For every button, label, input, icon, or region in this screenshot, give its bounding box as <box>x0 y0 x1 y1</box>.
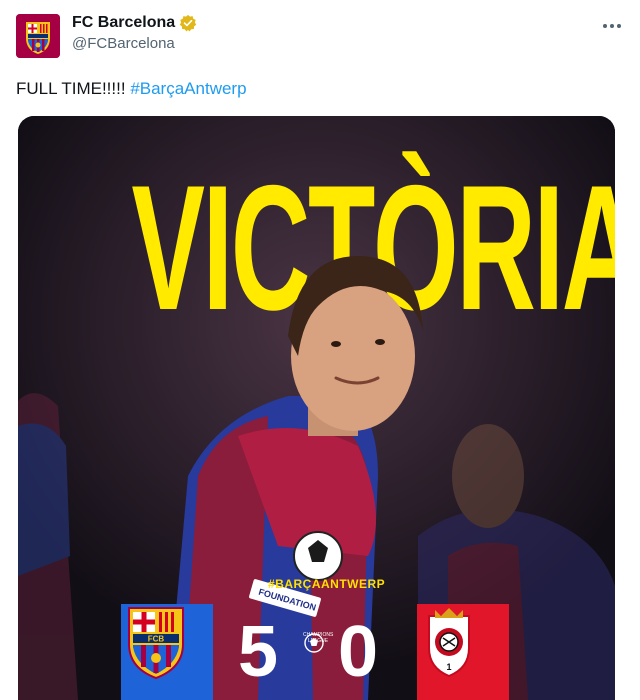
display-name[interactable]: FC Barcelona <box>72 14 175 32</box>
home-score: 5 <box>238 612 279 692</box>
tweet: FC Barcelona @FCBarcelona FULL TIME!!!!!… <box>0 0 640 700</box>
champions-league-logo: CHAMPIONS LEAGUE <box>303 632 333 653</box>
handle[interactable]: @FCBarcelona <box>72 35 197 52</box>
tweet-text: FULL TIME!!!!! #BarçaAntwerp <box>16 78 247 100</box>
home-crest-text: FCB <box>148 635 165 644</box>
scoreboard: FCB 5 CHAMPIONS LEAGUE 0 <box>18 604 615 700</box>
away-score: 0 <box>338 612 379 692</box>
away-team-crest: 1 <box>417 604 509 700</box>
away-crest-number: 1 <box>446 662 451 672</box>
more-options-icon[interactable] <box>600 16 624 36</box>
tweet-body: FULL TIME!!!!! <box>16 79 131 98</box>
tweet-media-image[interactable]: VICTÒRIA FOUNDATION #BARÇAANTWERP FCB 5 … <box>18 116 615 700</box>
verified-badge-icon <box>179 14 197 32</box>
media-hashtag: #BARÇAANTWERP <box>268 577 386 591</box>
tweet-header: FC Barcelona @FCBarcelona <box>16 12 624 60</box>
home-team-crest: FCB <box>121 604 213 700</box>
avatar[interactable] <box>16 14 60 58</box>
hashtag-link[interactable]: #BarçaAntwerp <box>130 79 246 98</box>
account-names: FC Barcelona @FCBarcelona <box>72 14 197 52</box>
